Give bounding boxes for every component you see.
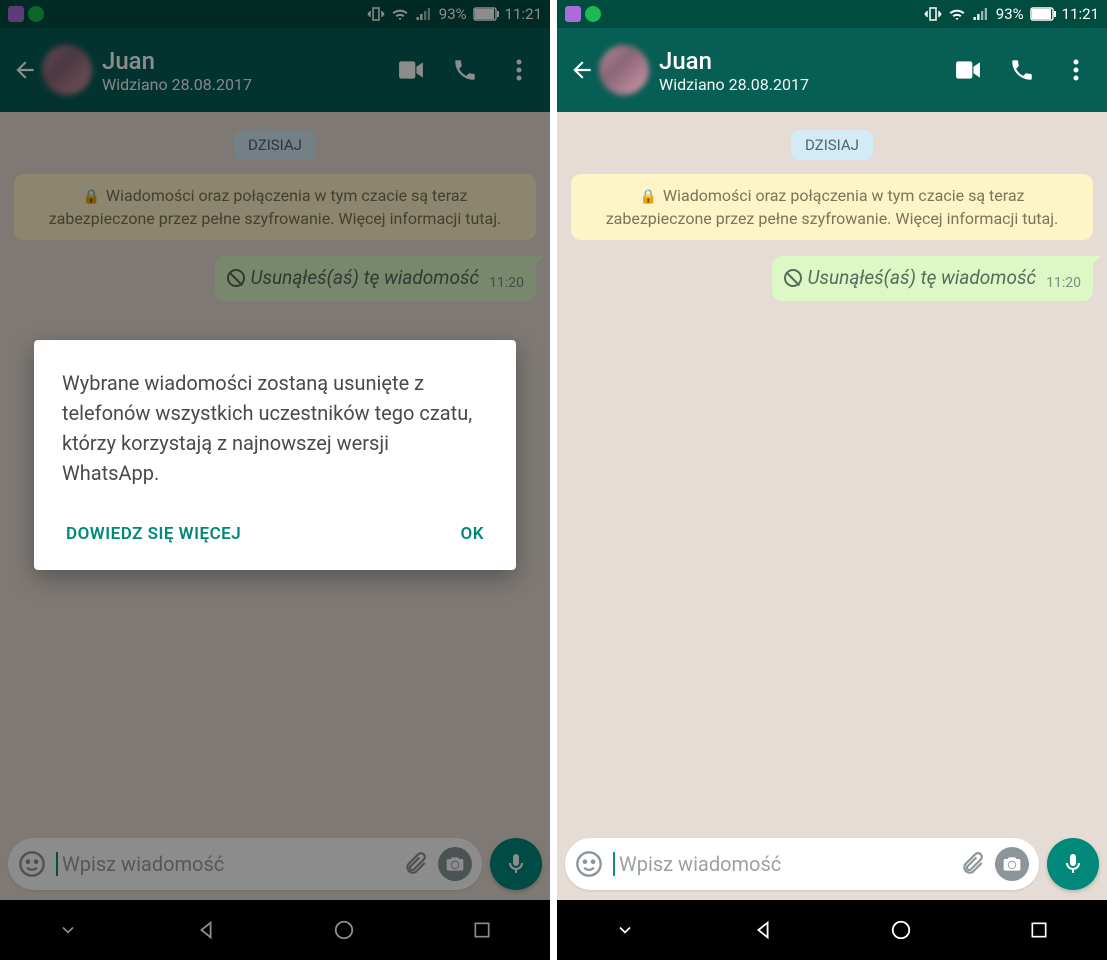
nav-home-icon[interactable] [890, 919, 912, 941]
attach-icon[interactable] [959, 851, 985, 877]
chat-header: Juan Widziano 28.08.2017 [557, 28, 1107, 112]
date-separator: DZISIAJ [791, 130, 873, 160]
chat-messages-area: DZISIAJ 🔒 Wiadomości oraz połączenia w t… [557, 112, 1107, 830]
prohibit-icon [784, 269, 802, 287]
message-input-pill[interactable]: Wpisz wiadomość [565, 838, 1039, 890]
android-nav-bar [557, 900, 1107, 960]
mic-button[interactable] [1047, 838, 1099, 890]
ok-button[interactable]: OK [457, 516, 489, 552]
battery-percent: 93% [996, 5, 1024, 23]
message-timestamp: 11:20 [1046, 275, 1081, 291]
delete-info-dialog: Wybrane wiadomości zostaną usunięte z te… [34, 340, 516, 570]
contact-name: Juan [659, 47, 955, 75]
message-input-bar: Wpisz wiadomość [557, 830, 1107, 900]
nav-recent-icon[interactable] [1029, 920, 1049, 940]
dialog-body: Wybrane wiadomości zostaną usunięte z te… [62, 368, 488, 488]
battery-icon [1030, 7, 1056, 21]
outgoing-message[interactable]: Usunąłeś(aś) tę wiadomość 11:20 [772, 256, 1093, 301]
contact-last-seen: Widziano 28.08.2017 [659, 75, 955, 94]
back-button[interactable] [567, 57, 597, 83]
signal-icon [972, 5, 990, 23]
contact-avatar[interactable] [599, 45, 649, 95]
more-menu-icon[interactable] [1063, 57, 1089, 83]
app-notification-icon [565, 6, 581, 22]
contact-info[interactable]: Juan Widziano 28.08.2017 [659, 47, 955, 94]
lock-icon: 🔒 [640, 189, 657, 205]
nav-back-icon[interactable] [752, 919, 774, 941]
phone-left: 93% 11:21 Juan Widziano 28.08.2017 [0, 0, 550, 960]
message-input[interactable]: Wpisz wiadomość [613, 852, 949, 876]
voice-call-icon[interactable] [1009, 57, 1035, 83]
clock-time: 11:21 [1062, 5, 1099, 23]
video-call-icon[interactable] [955, 57, 981, 83]
phone-right: 93% 11:21 Juan Widziano 28.08.2017 [557, 0, 1107, 960]
learn-more-button[interactable]: DOWIEDZ SIĘ WIĘCEJ [62, 516, 245, 552]
emoji-icon[interactable] [575, 850, 603, 878]
encryption-text: Wiadomości oraz połączenia w tym czacie … [606, 186, 1059, 228]
encryption-banner[interactable]: 🔒 Wiadomości oraz połączenia w tym czaci… [571, 174, 1093, 240]
spotify-notification-icon [585, 6, 601, 22]
camera-icon[interactable] [995, 847, 1029, 881]
android-status-bar: 93% 11:21 [557, 0, 1107, 28]
vibrate-icon [924, 5, 942, 23]
deleted-message-text: Usunąłeś(aś) tę wiadomość [808, 266, 1037, 289]
nav-chevron-icon[interactable] [615, 920, 635, 940]
wifi-icon [948, 5, 966, 23]
